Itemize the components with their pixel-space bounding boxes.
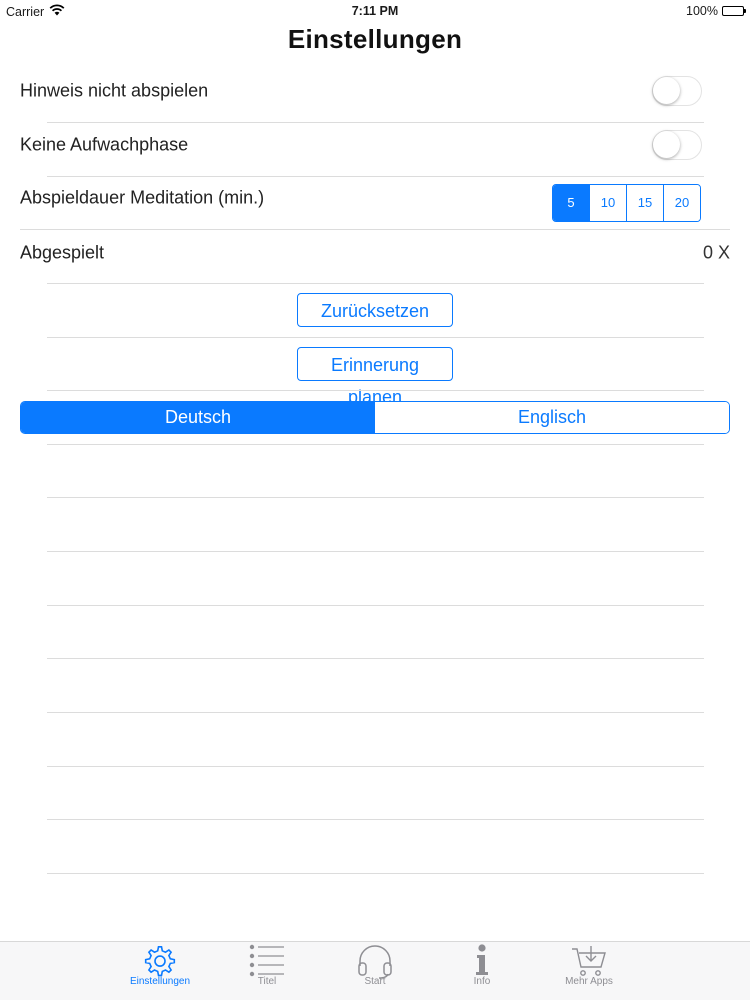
status-bar: Carrier 7:11 PM 100%	[0, 0, 750, 22]
language-segmented-control: Deutsch Englisch	[20, 401, 730, 434]
hint-toggle[interactable]	[652, 76, 702, 106]
divider	[47, 712, 704, 713]
divider	[47, 497, 704, 498]
divider	[47, 283, 704, 284]
duration-option-20[interactable]: 20	[663, 185, 700, 221]
status-right: 100%	[686, 4, 746, 18]
divider	[47, 658, 704, 659]
cart-icon	[571, 943, 607, 979]
battery-percent: 100%	[686, 4, 718, 18]
reset-button[interactable]: Zurücksetzen	[297, 293, 453, 327]
schedule-reminder-button[interactable]: Erinnerung planen	[297, 347, 453, 407]
headphones-icon	[357, 943, 393, 979]
hint-label: Hinweis nicht abspielen	[20, 80, 209, 101]
language-option-englisch[interactable]: Englisch	[375, 402, 729, 433]
battery-icon	[722, 6, 746, 16]
duration-option-5[interactable]: 5	[553, 185, 589, 221]
tab-mehr-apps[interactable]: Mehr Apps	[544, 942, 634, 1000]
duration-segmented-control: 5 10 15 20	[552, 184, 701, 222]
divider	[47, 819, 704, 820]
divider	[47, 444, 704, 445]
tab-label: Info	[473, 976, 491, 987]
status-time: 7:11 PM	[351, 4, 399, 18]
wake-toggle[interactable]	[652, 130, 702, 160]
divider	[47, 766, 704, 767]
played-label: Abgespielt	[20, 242, 105, 263]
hint-row: Hinweis nicht abspielen	[20, 64, 730, 118]
settings-screen: Carrier 7:11 PM 100% Einstellungen Hinwe…	[0, 0, 750, 1000]
tab-label: Titel	[257, 976, 277, 987]
page-title: Einstellungen	[287, 24, 463, 54]
tab-label: Start	[364, 976, 386, 987]
wake-row: Keine Aufwachphase	[20, 118, 730, 172]
played-value: 0 X	[702, 242, 730, 263]
played-row: Abgespielt 0 X	[20, 226, 730, 280]
toggle-knob	[653, 77, 680, 104]
language-option-deutsch[interactable]: Deutsch	[21, 402, 375, 433]
gear-icon	[142, 943, 178, 979]
duration-row: Abspieldauer Meditation (min.) 5 10 15 2…	[20, 176, 730, 230]
tab-bar: Einstellungen Titel Start Info Mehr Apps	[0, 941, 750, 1000]
divider	[47, 390, 704, 391]
info-icon	[464, 943, 500, 979]
tab-einstellungen[interactable]: Einstellungen	[115, 942, 205, 1000]
divider	[47, 873, 704, 874]
tab-titel[interactable]: Titel	[222, 942, 312, 1000]
divider	[47, 337, 704, 338]
toggle-knob	[653, 131, 680, 158]
divider	[47, 605, 704, 606]
divider	[47, 551, 704, 552]
duration-option-10[interactable]: 10	[589, 185, 626, 221]
wake-label: Keine Aufwachphase	[20, 134, 189, 155]
duration-option-15[interactable]: 15	[626, 185, 663, 221]
tab-label: Mehr Apps	[565, 976, 613, 987]
list-icon	[249, 943, 285, 979]
tab-info[interactable]: Info	[437, 942, 527, 1000]
tab-label: Einstellungen	[129, 976, 191, 987]
tab-start[interactable]: Start	[330, 942, 420, 1000]
duration-label: Abspieldauer Meditation (min.)	[20, 187, 265, 208]
